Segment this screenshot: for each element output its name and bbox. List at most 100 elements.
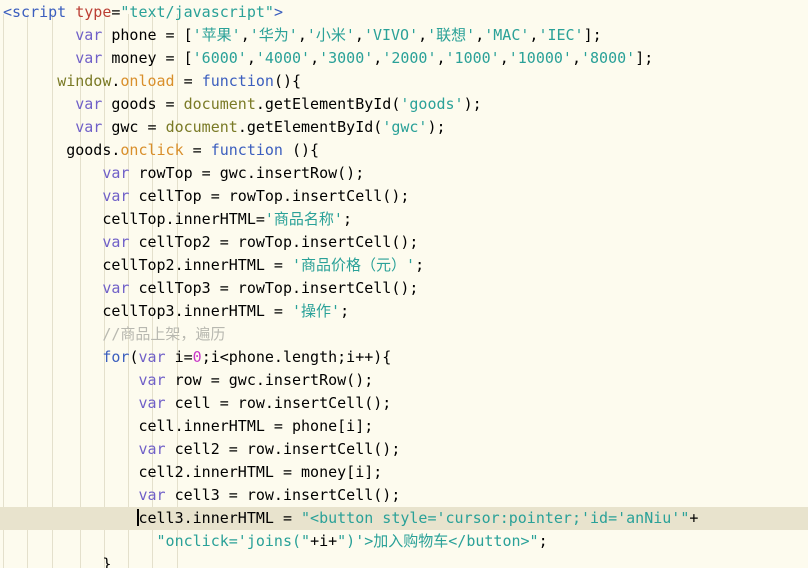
token-cmt: //商品上架，遍历: [102, 325, 226, 343]
code-line[interactable]: "onclick='joins("+i+")'>加入购物车</button>";: [0, 530, 808, 553]
code-line[interactable]: var cell2 = row.insertCell();: [0, 438, 808, 461]
token-plain: ,: [240, 26, 250, 44]
token-prop: onclick: [120, 141, 184, 159]
token-plain: ,: [499, 49, 509, 67]
token-str: '3000': [319, 49, 374, 67]
token-plain: .getElementById(: [255, 95, 401, 113]
token-var: var: [138, 348, 166, 366]
token-var: var: [75, 95, 103, 113]
token-obj: document: [183, 95, 256, 113]
code-line[interactable]: }: [0, 553, 808, 568]
token-plain: row = gwc.insertRow();: [165, 371, 374, 389]
token-plain: ];: [635, 49, 654, 67]
token-var: var: [138, 440, 166, 458]
token-plain: goods.: [66, 141, 121, 159]
token-plain: ,: [297, 26, 307, 44]
code-line[interactable]: var cellTop = rowTop.insertCell();: [0, 185, 808, 208]
code-line[interactable]: cell3.innerHTML = "<button style='cursor…: [0, 507, 808, 530]
token-plain: cell.innerHTML = phone[i];: [138, 417, 374, 435]
token-kw: for: [102, 348, 130, 366]
token-var: var: [138, 486, 166, 504]
token-str: '小米': [306, 26, 355, 44]
code-line[interactable]: goods.onclick = function (){: [0, 139, 808, 162]
token-plain: cellTop3.innerHTML =: [102, 302, 292, 320]
token-plain: rowTop = gwc.insertRow();: [129, 164, 365, 182]
token-tag: >: [273, 3, 283, 21]
token-plain: cellTop2.innerHTML =: [102, 256, 292, 274]
token-plain: =: [183, 141, 211, 159]
code-line[interactable]: var gwc = document.getElementById('gwc')…: [0, 116, 808, 139]
token-tag: <script: [3, 3, 67, 21]
token-str: 'VIVO': [363, 26, 419, 44]
token-plain: (){: [273, 72, 302, 90]
token-plain: ,: [354, 26, 364, 44]
token-kw: function: [210, 141, 283, 159]
token-obj: window: [57, 72, 112, 90]
code-line[interactable]: cellTop3.innerHTML = '操作';: [0, 300, 808, 323]
token-str: '苹果': [192, 26, 241, 44]
token-prop: onload: [120, 72, 175, 90]
token-plain: cell = row.insertCell();: [165, 394, 392, 412]
code-line[interactable]: var money = ['6000','4000','3000','2000'…: [0, 47, 808, 70]
code-line[interactable]: var phone = ['苹果','华为','小米','VIVO','联想',…: [0, 24, 808, 47]
code-line[interactable]: var cellTop2 = rowTop.insertCell();: [0, 231, 808, 254]
token-plain: ;i<phone.length;i++){: [201, 348, 392, 366]
token-plain: cellTop3 = rowTop.insertCell();: [129, 279, 419, 297]
code-line[interactable]: var rowTop = gwc.insertRow();: [0, 162, 808, 185]
code-lines[interactable]: <script type="text/javascript"> var phon…: [0, 0, 808, 568]
code-line[interactable]: for(var i=0;i<phone.length;i++){: [0, 346, 808, 369]
token-plain: ];: [583, 26, 602, 44]
token-plain: gwc =: [102, 118, 166, 136]
code-line[interactable]: cell.innerHTML = phone[i];: [0, 415, 808, 438]
token-num: 0: [192, 348, 202, 366]
token-plain: ;: [342, 210, 352, 228]
token-plain: cellTop2 = rowTop.insertCell();: [129, 233, 419, 251]
token-attr: type: [75, 3, 112, 21]
token-plain: ;: [340, 302, 350, 320]
token-plain: +: [689, 509, 699, 527]
code-line[interactable]: var cellTop3 = rowTop.insertCell();: [0, 277, 808, 300]
token-str: '联想': [427, 26, 476, 44]
code-line[interactable]: <script type="text/javascript">: [0, 1, 808, 24]
code-line[interactable]: cellTop.innerHTML='商品名称';: [0, 208, 808, 231]
token-str: '商品名称': [264, 210, 343, 228]
token-str: '1000': [445, 49, 500, 67]
code-line[interactable]: var cell3 = row.insertCell();: [0, 484, 808, 507]
token-var: var: [102, 164, 130, 182]
code-line[interactable]: var cell = row.insertCell();: [0, 392, 808, 415]
token-plain: +i+: [310, 532, 338, 550]
token-str: 'gwc': [382, 118, 428, 136]
token-plain: cell2.innerHTML = money[i];: [138, 463, 383, 481]
token-str: "onclick='joins(": [156, 532, 311, 550]
code-line[interactable]: cell2.innerHTML = money[i];: [0, 461, 808, 484]
code-editor[interactable]: <script type="text/javascript"> var phon…: [0, 0, 808, 568]
token-str: 'MAC': [484, 26, 530, 44]
code-line[interactable]: //商品上架，遍历: [0, 323, 808, 346]
token-plain: cellTop.innerHTML=: [102, 210, 265, 228]
token-str: "<button style='cursor:pointer;'id='anNi…: [301, 509, 690, 527]
code-line[interactable]: window.onload = function(){: [0, 70, 808, 93]
token-plain: ,: [571, 49, 581, 67]
token-plain: cell2 = row.insertCell();: [165, 440, 401, 458]
token-str: ")'>加入购物车</button>": [337, 532, 539, 550]
code-line[interactable]: cellTop2.innerHTML = '商品价格（元）';: [0, 254, 808, 277]
code-line[interactable]: var row = gwc.insertRow();: [0, 369, 808, 392]
code-line[interactable]: var goods = document.getElementById('goo…: [0, 93, 808, 116]
